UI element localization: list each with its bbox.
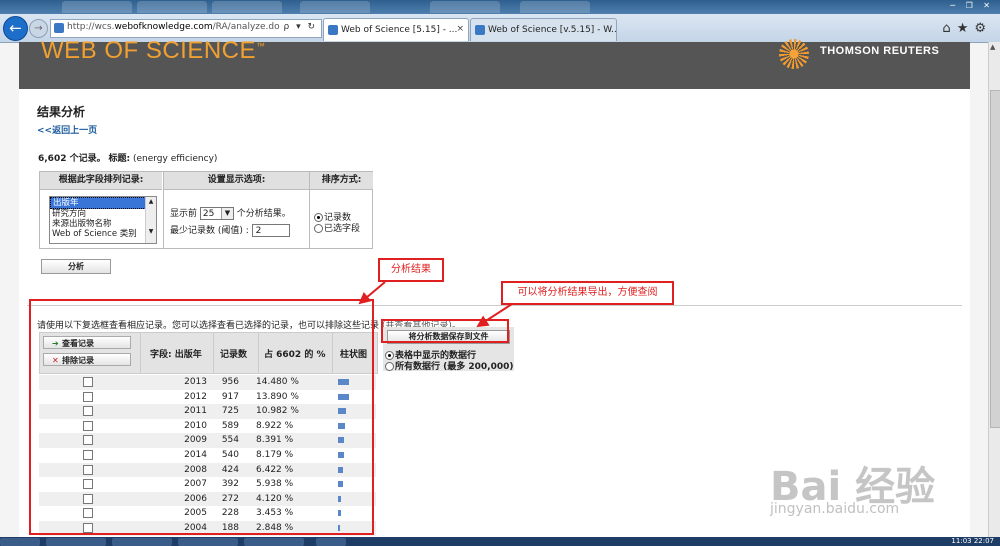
site-header: WEB OF SCIENCE™ THOMSON REUTERS: [19, 37, 970, 89]
address-url[interactable]: http://wcs.webofknowledge.com/RA/analyze…: [67, 22, 280, 32]
tab-favicon-icon: [328, 25, 338, 35]
tab-favicon-icon: [475, 25, 485, 35]
rank-field-header: 根据此字段排列记录:: [40, 172, 162, 190]
background-tab[interactable]: [62, 1, 132, 13]
publisher-name: THOMSON REUTERS: [820, 45, 940, 57]
back-arrow-icon[interactable]: ←: [3, 16, 28, 41]
display-options-header: 设置显示选项:: [163, 172, 309, 190]
scroll-up-icon[interactable]: ▲: [990, 43, 995, 51]
forward-arrow-icon[interactable]: →: [29, 19, 48, 38]
background-tab[interactable]: [430, 1, 500, 13]
results-highlight-box: [29, 299, 374, 535]
background-tab[interactable]: [300, 1, 370, 13]
background-tab[interactable]: [520, 1, 590, 13]
export-callout: 可以将分析结果导出，方便查阅: [501, 281, 674, 305]
taskbar-app[interactable]: [112, 538, 172, 546]
show-suffix-label: 个分析结果。: [236, 209, 291, 219]
show-top-row: 显示前 25 ▼ 个分析结果。: [170, 206, 291, 220]
scroll-up-icon[interactable]: ▲: [149, 198, 154, 205]
browser-toolbar-icons: ⌂★⚙: [942, 21, 992, 36]
field-option[interactable]: 研究方向: [50, 209, 156, 219]
sort-option-label: 已选字段: [324, 224, 361, 234]
sort-by-field-option[interactable]: 已选字段: [314, 221, 360, 234]
chevron-down-icon[interactable]: ▼: [220, 208, 233, 219]
star-icon[interactable]: ★: [957, 21, 975, 36]
baidu-watermark-url: jingyan.baidu.com: [770, 501, 900, 517]
back-link[interactable]: <<返回上一页: [37, 123, 97, 136]
scroll-down-icon[interactable]: ▼: [149, 228, 154, 235]
taskbar-app[interactable]: [316, 538, 346, 546]
taskbar-clock: 11:03 22:07: [951, 537, 994, 545]
record-summary: 6,602 个记录。 标题: (energy efficiency): [38, 154, 218, 164]
start-button[interactable]: [0, 538, 40, 546]
page-title: 结果分析: [37, 105, 86, 119]
thomson-reuters-logo-icon: [779, 39, 809, 69]
scrollbar-thumb[interactable]: [990, 90, 1000, 428]
divider: [309, 172, 310, 248]
field-listbox[interactable]: 出版年 研究方向 来源出版物名称 Web of Science 类别 ▲ ▼: [49, 196, 157, 244]
site-favicon-icon: [54, 23, 64, 33]
listbox-scrollbar[interactable]: ▲ ▼: [145, 197, 156, 243]
radio-icon[interactable]: [314, 224, 323, 233]
result-count-value: 25: [202, 209, 215, 219]
taskbar-app[interactable]: [178, 538, 238, 546]
taskbar-app[interactable]: [46, 538, 106, 546]
background-tab[interactable]: [212, 1, 282, 13]
address-controls[interactable]: ρ ▾ ↻: [284, 22, 318, 32]
export-highlight-box: [381, 319, 509, 343]
background-tab[interactable]: [137, 1, 207, 13]
tab-web-of-science-active[interactable]: Web of Science [5.15] - ... ×: [323, 18, 469, 41]
min-records-row: 最少记录数 (阈值) : 2: [170, 223, 290, 237]
os-tab-strip: ─ ❐ ✕: [0, 0, 1000, 14]
gear-icon[interactable]: ⚙: [974, 21, 992, 36]
divider: [163, 172, 164, 248]
result-count-select[interactable]: 25 ▼: [199, 207, 234, 220]
field-option[interactable]: 出版年: [50, 197, 156, 209]
os-taskbar: 11:03 22:07: [0, 537, 1000, 546]
close-tab-icon[interactable]: ×: [456, 24, 464, 34]
sort-header: 排序方式:: [309, 172, 373, 190]
web-of-science-logo[interactable]: WEB OF SCIENCE™: [41, 37, 266, 65]
page-scrollbar[interactable]: ▲: [988, 42, 1000, 546]
tab-web-of-science[interactable]: Web of Science [v.5.15] - W...: [470, 18, 617, 41]
window-controls[interactable]: ─ ❐ ✕: [950, 1, 994, 10]
field-option[interactable]: 来源出版物名称: [50, 219, 156, 229]
tab-label: Web of Science [v.5.15] - W...: [488, 25, 617, 35]
show-prefix-label: 显示前: [170, 209, 198, 219]
results-callout: 分析结果: [378, 258, 444, 282]
radio-icon[interactable]: [385, 362, 394, 371]
min-records-label: 最少记录数 (阈值) :: [170, 226, 249, 236]
analysis-options-table: 根据此字段排列记录: 设置显示选项: 排序方式: 出版年 研究方向 来源出版物名…: [39, 171, 373, 249]
field-option[interactable]: Web of Science 类别: [50, 229, 156, 239]
analyze-button[interactable]: 分析: [41, 259, 111, 274]
min-records-input[interactable]: 2: [251, 224, 290, 237]
taskbar-app[interactable]: [244, 538, 304, 546]
address-bar[interactable]: http://wcs.webofknowledge.com/RA/analyze…: [50, 19, 322, 38]
tab-label: Web of Science [5.15] - ...: [341, 25, 458, 35]
home-icon[interactable]: ⌂: [942, 21, 956, 36]
export-all-rows-option[interactable]: 所有数据行 (最多 200,000): [385, 359, 514, 372]
